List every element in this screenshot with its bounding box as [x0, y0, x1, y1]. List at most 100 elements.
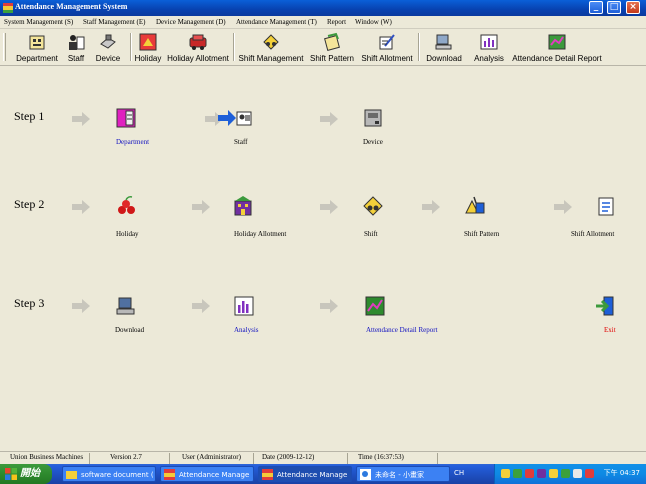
app-icon: [3, 3, 13, 13]
staff-icon: [218, 110, 252, 126]
arrow-icon: [72, 200, 90, 214]
toolbar: Department Staff Device Holiday Holiday …: [0, 29, 646, 66]
toolbar-holiday-allotment-button[interactable]: Holiday Allotment: [166, 32, 230, 64]
menu-system-management[interactable]: System Management (S): [4, 18, 73, 26]
taskbar-item-attendance-2[interactable]: Attendance Manage: [258, 466, 352, 482]
taskbar: 開始 software document ( Attendance Manage…: [0, 464, 646, 484]
menu-device-management[interactable]: Device Management (D): [156, 18, 226, 26]
status-version: Version 2.7: [104, 453, 170, 464]
node-label: Holiday Allotment: [234, 230, 287, 238]
menu-attendance-management[interactable]: Attendance Management (T): [236, 18, 317, 26]
toolbar-holiday-button[interactable]: Holiday: [134, 32, 162, 64]
system-tray: 下午 04:37: [494, 464, 646, 484]
step-2-label: Step 2: [14, 197, 45, 211]
task-label: software document (: [81, 471, 154, 479]
windows-flag-icon: [5, 468, 17, 480]
toolbar-separator: [233, 33, 235, 61]
arrow-icon: [192, 200, 210, 214]
holiday-icon: [118, 196, 135, 214]
download-icon: [116, 297, 135, 315]
toolbar-grip[interactable]: [3, 33, 6, 61]
shift-pattern-icon: [324, 32, 340, 51]
toolbar-device-button[interactable]: Device: [94, 32, 122, 64]
start-label: 開始: [20, 468, 40, 479]
node-label: Analysis: [234, 326, 259, 334]
node-label: Holiday: [116, 230, 139, 238]
step-3-label: Step 3: [14, 296, 45, 310]
menu-staff-management[interactable]: Staff Management (E): [83, 18, 145, 26]
toolbar-label: Attendance Detail Report: [512, 54, 602, 63]
tray-volume-icon[interactable]: [573, 469, 582, 478]
toolbar-label: Device: [95, 54, 121, 63]
device-icon: [364, 109, 382, 127]
taskbar-item-attendance-1[interactable]: Attendance Manage: [160, 466, 254, 482]
node-label: Exit: [604, 326, 616, 334]
tray-app-icon[interactable]: [501, 469, 510, 478]
tray-app-icon[interactable]: [585, 469, 594, 478]
tray-app-icon[interactable]: [549, 469, 558, 478]
status-time: Time (16:37:53): [352, 453, 438, 464]
attendance-report-icon: [548, 34, 566, 50]
status-company: Union Business Machines: [4, 453, 90, 464]
toolbar-shift-management-button[interactable]: Shift Management: [238, 32, 304, 64]
toolbar-staff-button[interactable]: Staff: [63, 32, 89, 64]
menu-report[interactable]: Report: [327, 18, 346, 26]
toolbar-separator: [130, 33, 132, 61]
download-icon: [435, 34, 452, 50]
analysis-icon: [234, 296, 254, 316]
menu-window[interactable]: Window (W): [355, 18, 392, 26]
arrow-icon: [320, 200, 338, 214]
analysis-icon: [480, 34, 498, 50]
tray-network-icon[interactable]: [513, 469, 522, 478]
exit-icon: [596, 296, 614, 316]
shift-pattern-icon: [465, 196, 485, 214]
staff-icon: [69, 35, 85, 50]
node-label: Attendance Detail Report: [366, 326, 438, 334]
status-date: Date (2009-12-12): [256, 453, 348, 464]
taskbar-item-word[interactable]: software document (: [62, 466, 156, 482]
tray-app-icon[interactable]: [561, 469, 570, 478]
node-label: Download: [115, 326, 145, 334]
attendance-report-icon: [365, 296, 385, 316]
task-label: Attendance Manage: [277, 471, 348, 479]
toolbar-separator: [418, 33, 420, 61]
device-icon: [100, 34, 116, 49]
toolbar-analysis-button[interactable]: Analysis: [472, 32, 506, 64]
node-label: Device: [363, 138, 383, 146]
arrow-icon: [72, 299, 90, 313]
toolbar-attendance-report-button[interactable]: Attendance Detail Report: [511, 32, 603, 64]
arrow-icon: [192, 299, 210, 313]
toolbar-shift-allotment-button[interactable]: Shift Allotment: [359, 32, 415, 64]
node-label: Department: [116, 138, 150, 146]
tray-app-icon[interactable]: [537, 469, 546, 478]
arrow-icon: [422, 200, 440, 214]
paint-icon: [360, 469, 371, 480]
app-icon: [164, 469, 175, 480]
maximize-button[interactable]: □: [607, 1, 621, 14]
shift-icon: [363, 196, 383, 216]
taskbar-item-paint[interactable]: 未命名 - 小畫家: [356, 466, 450, 482]
menu-bar: System Management (S) Staff Management (…: [0, 16, 646, 29]
close-button[interactable]: ×: [626, 1, 640, 14]
node-label: Shift Allotment: [571, 230, 615, 238]
ime-indicator[interactable]: CH: [454, 469, 464, 477]
node-label: Shift: [364, 230, 378, 238]
toolbar-shift-pattern-button[interactable]: Shift Pattern: [308, 32, 356, 64]
task-label: 未命名 - 小畫家: [375, 471, 424, 479]
title-bar: Attendance Management System _ □ ×: [0, 0, 646, 16]
toolbar-label: Shift Management: [238, 54, 304, 63]
start-button[interactable]: 開始: [0, 464, 52, 484]
holiday-allotment-icon: [234, 196, 252, 216]
status-user: User (Administrator): [176, 453, 254, 464]
toolbar-label: Holiday: [134, 54, 162, 63]
tray-security-icon[interactable]: [525, 469, 534, 478]
window-title: Attendance Management System: [15, 2, 128, 11]
folder-icon: [66, 471, 77, 479]
workflow-panel: Step 1 Department Staff Device Step 2 Ho…: [0, 67, 646, 451]
toolbar-department-button[interactable]: Department: [14, 32, 60, 64]
arrow-icon: [320, 112, 338, 126]
arrow-icon: [320, 299, 338, 313]
toolbar-label: Department: [16, 54, 58, 63]
toolbar-download-button[interactable]: Download: [424, 32, 464, 64]
minimize-button[interactable]: _: [589, 1, 603, 14]
